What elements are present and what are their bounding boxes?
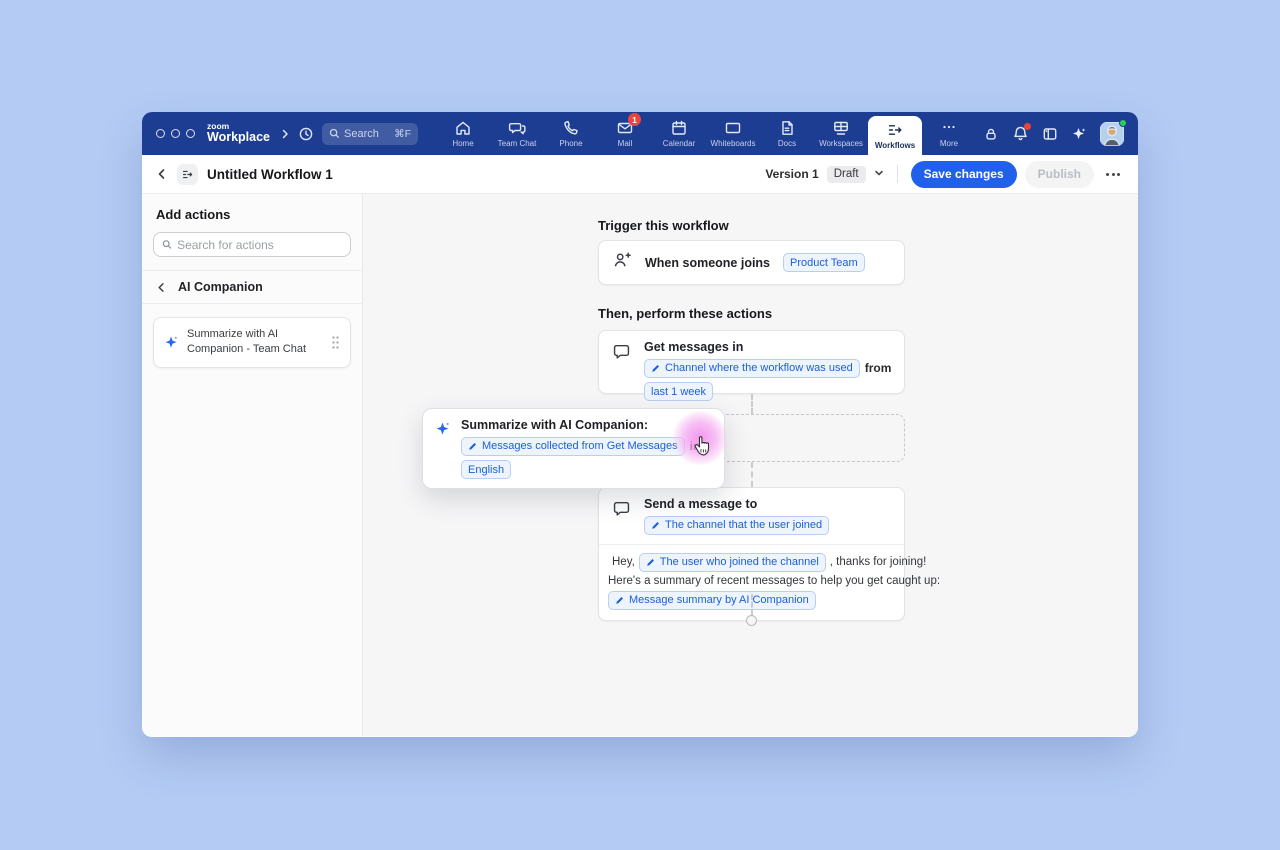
pencil-icon bbox=[646, 557, 656, 567]
main-nav: Home Team Chat Phone 1 Mail Calend bbox=[436, 112, 976, 155]
team-chat-icon bbox=[508, 119, 526, 137]
chevron-right-icon[interactable] bbox=[280, 129, 290, 139]
publish-button[interactable]: Publish bbox=[1025, 161, 1094, 188]
back-button[interactable] bbox=[156, 168, 168, 180]
actions-search[interactable] bbox=[153, 232, 351, 257]
ai-companion-icon[interactable] bbox=[1071, 126, 1087, 142]
trigger-heading: Trigger this workflow bbox=[598, 218, 729, 233]
action-card-summarize[interactable]: Summarize with AI Companion - Team Chat bbox=[153, 317, 351, 368]
nav-workspaces[interactable]: Workspaces bbox=[814, 112, 868, 155]
window-zoom-button[interactable] bbox=[186, 129, 195, 138]
pencil-icon bbox=[651, 363, 661, 373]
workflow-canvas[interactable]: Trigger this workflow When someone joins… bbox=[363, 194, 1138, 736]
connector-line bbox=[751, 462, 753, 487]
channel-variable-pill[interactable]: Channel where the workflow was used bbox=[644, 359, 860, 378]
nav-calendar[interactable]: Calendar bbox=[652, 112, 706, 155]
status-badge: Draft bbox=[827, 166, 866, 183]
messages-variable-pill[interactable]: Messages collected from Get Messages bbox=[461, 437, 685, 456]
search-input[interactable] bbox=[344, 128, 386, 140]
chat-bubble-icon bbox=[612, 499, 631, 535]
workflow-title[interactable]: Untitled Workflow 1 bbox=[207, 167, 333, 182]
history-icon[interactable] bbox=[298, 126, 314, 142]
search-icon bbox=[329, 128, 340, 139]
search-shortcut: ⌘F bbox=[394, 128, 411, 140]
desktop: zoom Workplace ⌘F Home bbox=[0, 0, 1280, 850]
topbar: zoom Workplace ⌘F Home bbox=[142, 112, 1138, 155]
nav-mail[interactable]: 1 Mail bbox=[598, 112, 652, 155]
drag-handle-icon[interactable] bbox=[331, 335, 340, 350]
language-pill[interactable]: English bbox=[461, 460, 511, 479]
sidebar-heading: Add actions bbox=[142, 207, 362, 222]
zoom-workplace-logo: zoom Workplace bbox=[207, 122, 270, 144]
global-search[interactable]: ⌘F bbox=[322, 123, 418, 145]
avatar[interactable] bbox=[1100, 122, 1124, 146]
person-add-icon bbox=[612, 250, 632, 275]
sidebar-section-ai-companion[interactable]: AI Companion bbox=[142, 271, 362, 303]
pencil-icon bbox=[651, 520, 661, 530]
nav-docs[interactable]: Docs bbox=[760, 112, 814, 155]
section-label: AI Companion bbox=[178, 280, 263, 294]
card-title: Get messages in bbox=[644, 340, 891, 354]
workflow-icon bbox=[177, 164, 198, 185]
card-title: Send a message to bbox=[644, 497, 829, 511]
workspaces-icon bbox=[832, 119, 850, 137]
version-dropdown[interactable] bbox=[874, 165, 884, 183]
time-range-pill[interactable]: last 1 week bbox=[644, 382, 713, 401]
connector-line bbox=[751, 594, 753, 615]
search-icon bbox=[162, 239, 172, 250]
whiteboards-icon bbox=[724, 119, 742, 137]
home-icon bbox=[454, 119, 472, 137]
target-channel-pill[interactable]: The channel that the user joined bbox=[644, 516, 829, 535]
chevron-left-icon bbox=[156, 282, 167, 293]
online-status-dot bbox=[1119, 119, 1127, 127]
save-changes-button[interactable]: Save changes bbox=[911, 161, 1017, 188]
sparkle-icon bbox=[435, 421, 451, 437]
card-title: Summarize with AI Companion: bbox=[461, 418, 700, 432]
nav-team-chat[interactable]: Team Chat bbox=[490, 112, 544, 155]
dragged-summarize-card[interactable]: Summarize with AI Companion: Messages co… bbox=[422, 408, 725, 489]
traffic-lights bbox=[156, 129, 195, 138]
sparkle-icon bbox=[164, 335, 179, 350]
summary-variable-pill[interactable]: Message summary by AI Companion bbox=[608, 591, 816, 610]
chat-bubble-icon bbox=[612, 342, 631, 384]
divider bbox=[142, 303, 362, 304]
user-variable-pill[interactable]: The user who joined the channel bbox=[639, 553, 826, 572]
more-icon bbox=[940, 119, 958, 137]
workflow-end-node[interactable] bbox=[746, 615, 757, 626]
lock-icon[interactable] bbox=[983, 126, 999, 142]
actions-search-input[interactable] bbox=[177, 238, 342, 252]
nav-home[interactable]: Home bbox=[436, 112, 490, 155]
nav-workflows[interactable]: Workflows bbox=[868, 116, 922, 155]
actions-sidebar: Add actions AI Companion Summarize with … bbox=[142, 194, 363, 736]
connector-line bbox=[751, 394, 753, 414]
zoom-workplace-window: zoom Workplace ⌘F Home bbox=[142, 112, 1138, 737]
window-close-button[interactable] bbox=[156, 129, 165, 138]
notifications-bell[interactable] bbox=[1012, 125, 1029, 142]
nav-phone[interactable]: Phone bbox=[544, 112, 598, 155]
nav-more[interactable]: More bbox=[922, 112, 976, 155]
actions-heading: Then, perform these actions bbox=[598, 306, 772, 321]
notification-dot bbox=[1024, 123, 1031, 130]
window-minimize-button[interactable] bbox=[171, 129, 180, 138]
pencil-icon bbox=[468, 441, 478, 451]
docs-icon bbox=[778, 119, 796, 137]
phone-icon bbox=[562, 119, 580, 137]
action-card-label: Summarize with AI Companion - Team Chat bbox=[187, 327, 323, 358]
pencil-icon bbox=[615, 595, 625, 605]
workflow-header: Untitled Workflow 1 Version 1 Draft Save… bbox=[142, 155, 1138, 194]
divider bbox=[897, 165, 898, 183]
panels-icon[interactable] bbox=[1042, 126, 1058, 142]
mail-badge: 1 bbox=[628, 113, 641, 126]
calendar-icon bbox=[670, 119, 688, 137]
version-label: Version 1 bbox=[765, 167, 818, 181]
workflows-icon bbox=[886, 121, 904, 139]
trigger-channel-pill[interactable]: Product Team bbox=[783, 253, 865, 272]
nav-whiteboards[interactable]: Whiteboards bbox=[706, 112, 760, 155]
trigger-card[interactable]: When someone joins Product Team bbox=[598, 240, 905, 285]
get-messages-card[interactable]: Get messages in Channel where the workfl… bbox=[598, 330, 905, 394]
more-options-button[interactable] bbox=[1102, 169, 1124, 180]
